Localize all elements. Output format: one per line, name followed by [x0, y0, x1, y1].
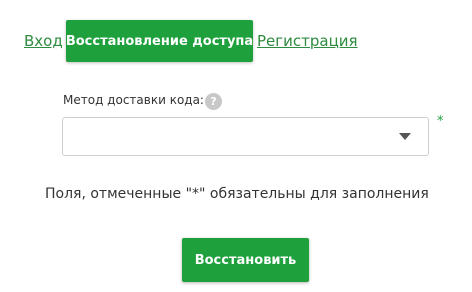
tab-recovery[interactable]: Восстановление доступа: [66, 20, 253, 62]
delivery-method-label: Метод доставки кода:: [63, 93, 204, 107]
restore-button[interactable]: Восстановить: [182, 238, 309, 282]
required-marker: *: [437, 114, 444, 129]
required-fields-note: Поля, отмеченные "*" обязательны для зап…: [45, 186, 429, 202]
tab-register[interactable]: Регистрация: [257, 32, 358, 50]
tab-login[interactable]: Вход: [24, 32, 63, 50]
auth-tabs: Вход Восстановление доступа Регистрация: [24, 20, 464, 62]
delivery-method-select[interactable]: [62, 117, 429, 156]
chevron-down-icon: [399, 133, 411, 140]
question-icon[interactable]: ?: [205, 93, 222, 110]
